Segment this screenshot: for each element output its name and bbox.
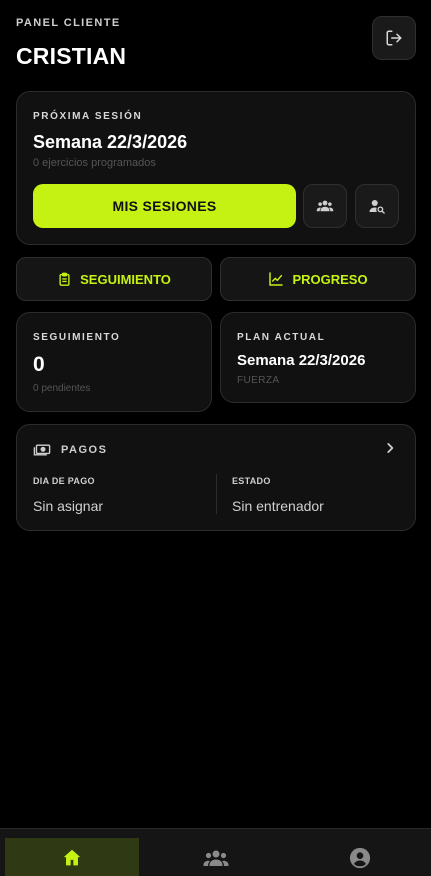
user-search-button[interactable]	[355, 184, 399, 228]
plan-card[interactable]: PLAN ACTUAL Semana 22/3/2026 FUERZA	[220, 312, 416, 403]
group-button[interactable]	[303, 184, 347, 228]
group-icon	[316, 200, 334, 212]
nav-home[interactable]	[5, 838, 139, 876]
payments-card[interactable]: PAGOS DIA DE PAGO Sin asignar ESTADO Sin…	[16, 424, 416, 531]
seguimiento-label: SEGUIMIENTO	[80, 271, 171, 287]
chevron-right-icon[interactable]	[383, 441, 397, 455]
status-value: Sin entrenador	[232, 498, 324, 514]
tracking-label: SEGUIMIENTO	[33, 332, 121, 343]
nav-profile[interactable]	[293, 838, 427, 876]
next-session-label: PRÓXIMA SESIÓN	[33, 111, 143, 122]
chart-line-icon	[269, 272, 284, 286]
next-session-exercises: 0 ejercicios programados	[33, 157, 156, 169]
tracking-pending: 0 pendientes	[33, 383, 91, 394]
next-session-card: PRÓXIMA SESIÓN Semana 22/3/2026 0 ejerci…	[16, 91, 416, 245]
client-name: CRISTIAN	[16, 43, 127, 69]
clipboard-icon	[59, 272, 70, 286]
payments-label: PAGOS	[61, 444, 108, 456]
team-icon	[203, 850, 229, 866]
account-icon	[349, 847, 371, 868]
money-icon	[33, 444, 51, 456]
pay-day-value: Sin asignar	[33, 498, 104, 514]
bottom-navigation	[0, 828, 431, 876]
tracking-card[interactable]: SEGUIMIENTO 0 0 pendientes	[16, 312, 212, 412]
payments-divider	[216, 474, 217, 514]
payments-header: PAGOS	[33, 443, 107, 457]
plan-value: Semana 22/3/2026	[237, 352, 366, 369]
tracking-value: 0	[33, 353, 45, 376]
progreso-label: PROGRESO	[292, 271, 368, 287]
next-session-week: Semana 22/3/2026	[33, 132, 188, 152]
plan-label: PLAN ACTUAL	[237, 332, 326, 343]
seguimiento-button[interactable]: SEGUIMIENTO	[16, 257, 212, 301]
user-search-icon	[369, 200, 385, 214]
home-icon	[63, 849, 81, 865]
pay-day-label: DIA DE PAGO	[33, 476, 95, 486]
mis-sesiones-button[interactable]: MIS SESIONES	[33, 184, 296, 228]
plan-type: FUERZA	[237, 375, 280, 386]
status-label: ESTADO	[232, 476, 271, 486]
nav-team[interactable]	[149, 838, 283, 876]
logout-icon	[386, 30, 402, 46]
progreso-button[interactable]: PROGRESO	[220, 257, 416, 301]
header: PANEL CLIENTE CRISTIAN	[16, 16, 416, 76]
logout-button[interactable]	[372, 16, 416, 60]
panel-eyebrow: PANEL CLIENTE	[16, 17, 121, 29]
